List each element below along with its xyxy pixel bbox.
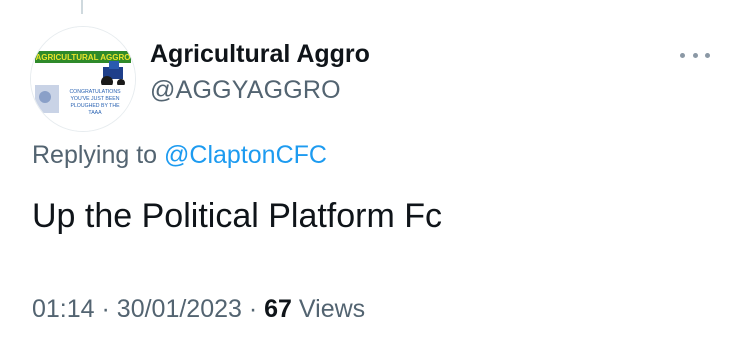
replying-to-mention-link[interactable]: @ClaptonCFC [164,141,327,169]
tweet-meta: 01:14 · 30/01/2023 · 67 Views [32,295,365,324]
user-handle[interactable]: @AGGYAGGRO [150,76,341,105]
more-options-icon[interactable] [680,47,710,63]
avatar-image: AGRICULTURAL AGGRO CONGRATULATIONS YOU'V… [31,27,135,131]
avatar-caption-line-1: CONGRATULATIONS [69,89,121,95]
tweet-date[interactable]: 30/01/2023 [117,295,242,323]
view-count: 67 [264,295,292,323]
replying-to-prefix: Replying to [32,141,158,169]
meta-separator: · [101,295,110,323]
avatar[interactable]: AGRICULTURAL AGGRO CONGRATULATIONS YOU'V… [30,26,136,132]
tweet-time[interactable]: 01:14 [32,295,95,323]
more-dot [680,52,685,58]
more-dot [692,52,698,58]
tweet-text: Up the Political Platform Fc [32,197,443,235]
avatar-caption-line-2: YOU'VE JUST BEEN [70,96,119,102]
thread-connector-line [81,0,83,14]
views-label: Views [298,295,366,323]
replying-to: Replying to @ClaptonCFC [32,141,327,170]
display-name[interactable]: Agricultural Aggro [150,40,370,69]
meta-separator: · [248,295,258,323]
avatar-caption-line-3: PLOUGHED BY THE [70,103,120,109]
more-dot [705,52,710,58]
avatar-banner-text: AGRICULTURAL AGGRO [36,53,131,62]
avatar-caption-line-4: TAAA [88,110,102,116]
